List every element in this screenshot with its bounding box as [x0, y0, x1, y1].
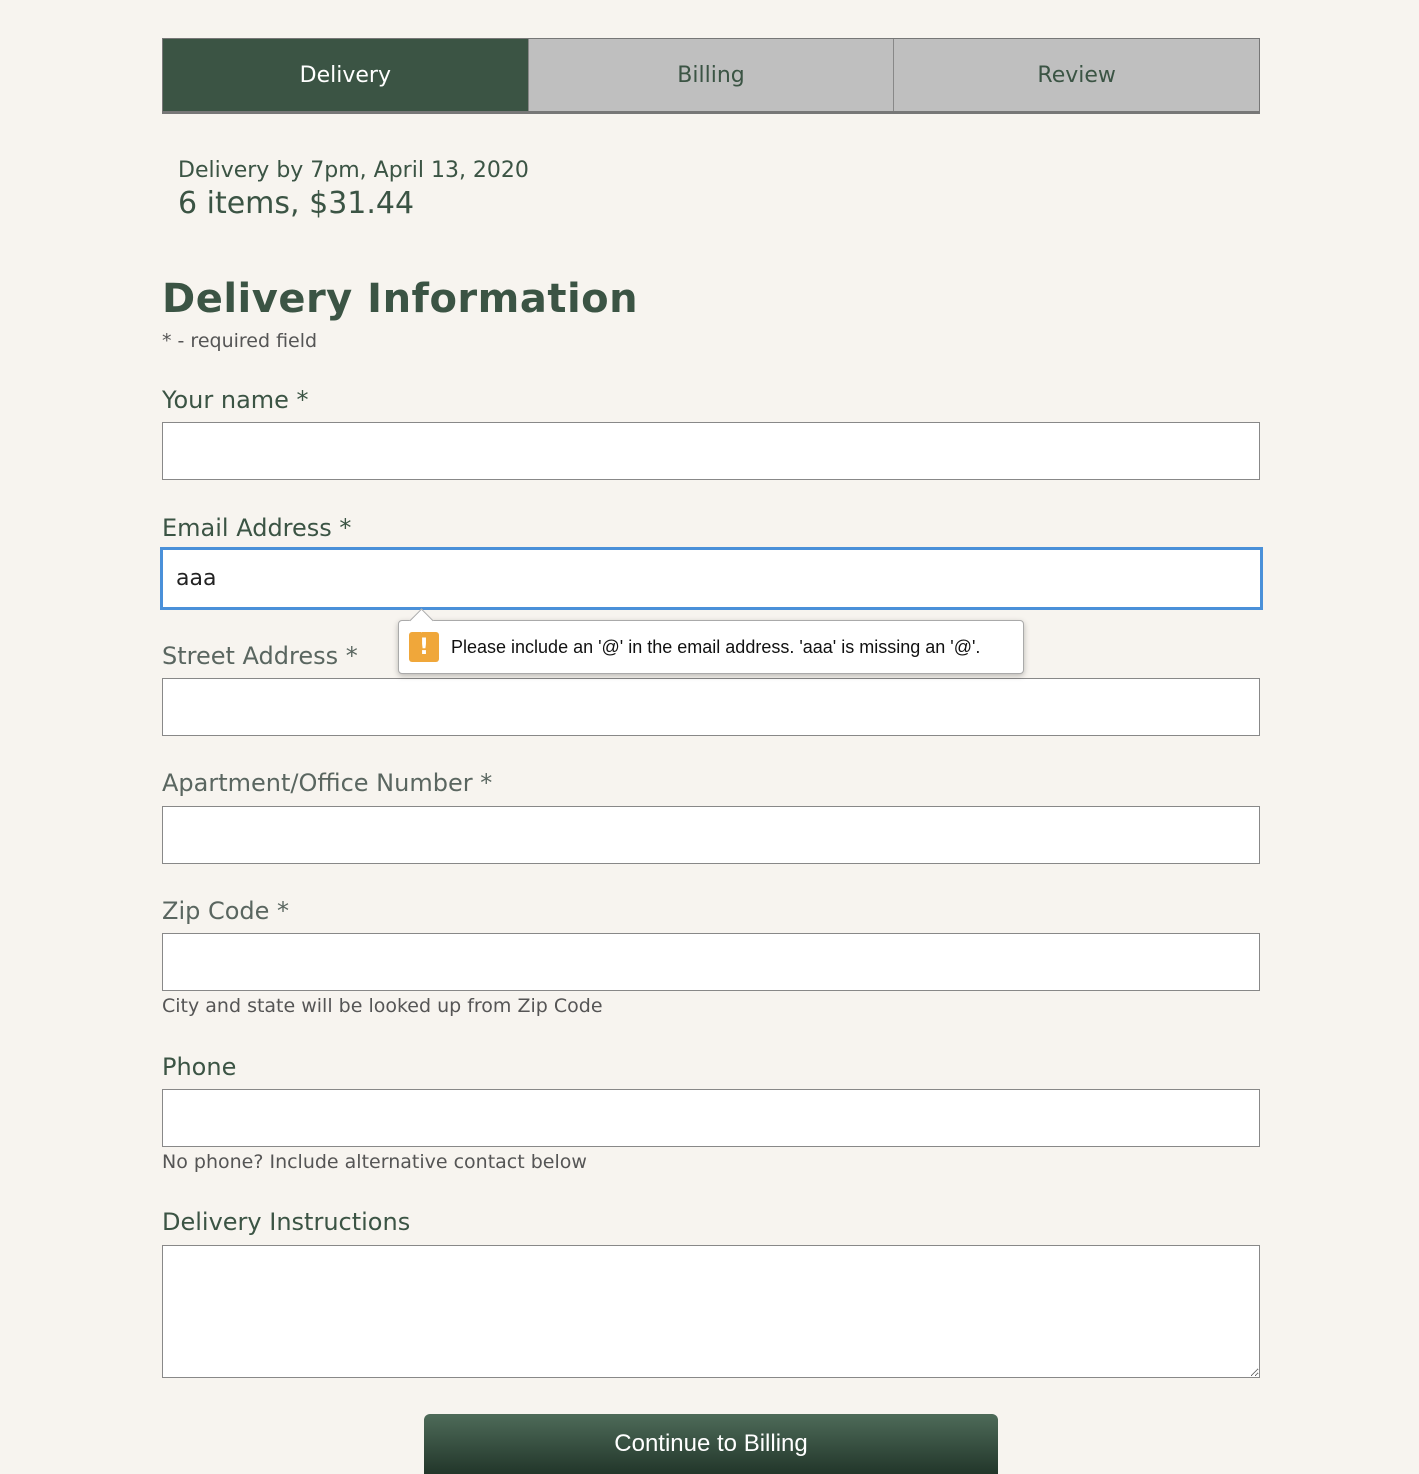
- name-input[interactable]: [162, 422, 1260, 480]
- validation-tooltip: ! Please include an '@' in the email add…: [398, 608, 1024, 674]
- phone-hint: No phone? Include alternative contact be…: [162, 1151, 587, 1173]
- zip-hint: City and state will be looked up from Zi…: [162, 995, 603, 1017]
- validation-message: Please include an '@' in the email addre…: [451, 636, 981, 657]
- tab-review[interactable]: Review: [893, 39, 1260, 111]
- delivery-time: Delivery by 7pm, April 13, 2020: [178, 158, 529, 183]
- zip-label: Zip Code *: [162, 897, 290, 925]
- tab-billing[interactable]: Billing: [527, 39, 894, 111]
- page-title: Delivery Information: [162, 276, 639, 322]
- warning-icon: !: [409, 632, 439, 662]
- phone-label: Phone: [162, 1053, 237, 1081]
- order-summary: 6 items, $31.44: [178, 186, 415, 221]
- required-note: * - required field: [162, 330, 318, 352]
- tab-delivery[interactable]: Delivery: [163, 39, 528, 111]
- phone-input[interactable]: [162, 1089, 1260, 1147]
- instructions-label: Delivery Instructions: [162, 1208, 411, 1236]
- street-input[interactable]: [162, 678, 1260, 736]
- zip-input[interactable]: [162, 933, 1260, 991]
- tooltip-arrow: [409, 608, 434, 633]
- apartment-input[interactable]: [162, 806, 1260, 864]
- instructions-textarea[interactable]: [162, 1245, 1260, 1378]
- email-input[interactable]: [160, 547, 1263, 610]
- checkout-page: Delivery Billing Review Delivery by 7pm,…: [0, 0, 1419, 1474]
- name-label: Your name *: [162, 386, 309, 414]
- checkout-steps: Delivery Billing Review: [162, 38, 1260, 114]
- apartment-label: Apartment/Office Number *: [162, 769, 493, 797]
- street-label: Street Address *: [162, 642, 358, 670]
- email-label: Email Address *: [162, 514, 352, 542]
- continue-to-billing-button[interactable]: Continue to Billing: [424, 1414, 998, 1474]
